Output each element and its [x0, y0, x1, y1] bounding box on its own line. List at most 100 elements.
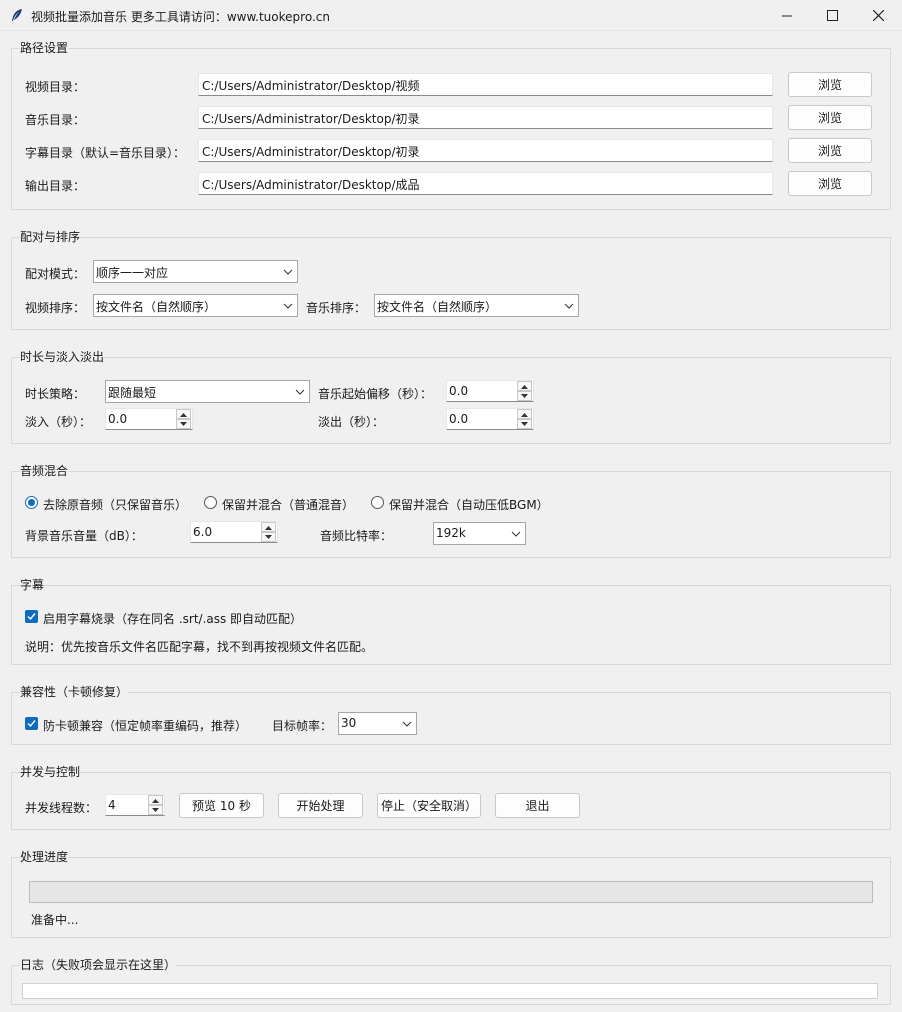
- pairing-mode-select[interactable]: 顺序一一对应: [93, 260, 298, 283]
- fade-in-value: 0.0: [108, 412, 128, 426]
- chevron-down-icon: [283, 269, 293, 275]
- duration-strategy-select[interactable]: 跟随最短: [105, 380, 310, 403]
- log-textarea[interactable]: [22, 983, 878, 999]
- spin-down-button[interactable]: [517, 419, 532, 429]
- chevron-up-icon: [521, 384, 528, 389]
- chevron-down-icon: [152, 807, 159, 812]
- subtitle-dir-input[interactable]: C:/Users/Administrator/Desktop/初录: [198, 139, 773, 162]
- music-dir-browse-button[interactable]: 浏览: [788, 105, 872, 130]
- window-title: 视频批量添加音乐 更多工具请访问：www.tuokepro.cn: [31, 10, 330, 24]
- pairing-group-title: 配对与排序: [20, 228, 81, 245]
- subtitle-dir-label: 字幕目录（默认=音乐目录）：: [25, 146, 186, 160]
- fade-out-label: 淡出（秒）：: [318, 415, 385, 429]
- bgm-volume-label: 背景音乐音量（dB）：: [25, 529, 143, 543]
- chevron-down-icon: [511, 531, 521, 537]
- maximize-icon: [826, 10, 838, 21]
- subtitle-burn-checkbox[interactable]: [25, 610, 38, 623]
- bgm-volume-value: 6.0: [193, 525, 213, 539]
- duration-strategy-value: 跟随最短: [108, 386, 157, 400]
- output-dir-input[interactable]: C:/Users/Administrator/Desktop/成品: [198, 172, 773, 195]
- checkmark-icon: [27, 613, 36, 621]
- remove-original-audio-label[interactable]: 去除原音频（只保留音乐）: [43, 496, 187, 513]
- spin-down-button[interactable]: [261, 532, 276, 542]
- subtitle-group-title: 字幕: [20, 576, 45, 593]
- threads-spinbox[interactable]: 4: [105, 794, 165, 816]
- anti-stutter-checkbox[interactable]: [25, 717, 38, 730]
- remove-original-audio-radio[interactable]: [25, 496, 38, 509]
- spin-up-button[interactable]: [517, 381, 532, 391]
- video-dir-browse-button[interactable]: 浏览: [788, 72, 872, 97]
- checkmark-icon: [27, 720, 36, 728]
- fade-out-value: 0.0: [449, 412, 469, 426]
- chevron-up-icon: [265, 525, 272, 530]
- preview-button[interactable]: 预览 10 秒: [179, 793, 264, 818]
- spin-up-button[interactable]: [261, 522, 276, 532]
- keep-mix-ducking-radio[interactable]: [371, 496, 384, 509]
- subtitle-dir-browse-button[interactable]: 浏览: [788, 138, 872, 163]
- spin-up-button[interactable]: [148, 795, 163, 805]
- bitrate-label: 音频比特率：: [320, 529, 393, 543]
- subtitle-burn-label[interactable]: 启用字幕烧录（存在同名 .srt/.ass 即自动匹配）: [43, 610, 302, 627]
- music-sort-value: 按文件名（自然顺序）: [377, 300, 498, 314]
- spin-down-button[interactable]: [517, 391, 532, 401]
- pairing-mode-label: 配对模式：: [25, 267, 86, 281]
- target-fps-select[interactable]: 30: [338, 712, 417, 735]
- close-button[interactable]: [855, 0, 901, 31]
- bgm-volume-spinbox[interactable]: 6.0: [190, 521, 278, 543]
- threads-label: 并发线程数：: [25, 801, 98, 815]
- fade-in-spinbox[interactable]: 0.0: [105, 408, 193, 430]
- chevron-down-icon: [402, 721, 412, 727]
- target-fps-label: 目标帧率：: [272, 719, 333, 733]
- chevron-up-icon: [180, 412, 187, 417]
- duration-strategy-label: 时长策略：: [25, 387, 86, 401]
- stop-button[interactable]: 停止（安全取消）: [377, 793, 481, 818]
- log-group-title: 日志（失败项会显示在这里）: [20, 956, 177, 973]
- music-sort-label: 音乐排序：: [306, 301, 367, 315]
- chevron-down-icon: [283, 303, 293, 309]
- fade-out-spinbox[interactable]: 0.0: [446, 408, 534, 430]
- control-group-title: 并发与控制: [20, 763, 81, 780]
- exit-button[interactable]: 退出: [495, 793, 580, 818]
- feather-icon: [12, 9, 22, 21]
- spin-down-button[interactable]: [148, 805, 163, 815]
- spin-down-button[interactable]: [176, 419, 191, 429]
- video-dir-label: 视频目录：: [25, 80, 86, 94]
- music-sort-select[interactable]: 按文件名（自然顺序）: [374, 294, 579, 317]
- video-sort-label: 视频排序：: [25, 301, 86, 315]
- progress-status: 准备中...: [31, 913, 79, 927]
- subtitle-note: 说明：优先按音乐文件名匹配字幕，找不到再按视频文件名匹配。: [25, 640, 374, 654]
- anti-stutter-label[interactable]: 防卡顿兼容（恒定帧率重编码，推荐）: [43, 717, 247, 734]
- progress-bar: [29, 881, 873, 903]
- keep-mix-ducking-label[interactable]: 保留并混合（自动压低BGM）: [389, 496, 549, 513]
- spin-up-button[interactable]: [176, 409, 191, 419]
- duration-group-title: 时长与淡入淡出: [20, 348, 105, 365]
- music-offset-value: 0.0: [449, 384, 469, 398]
- chevron-up-icon: [152, 798, 159, 803]
- keep-mix-normal-label[interactable]: 保留并混合（普通混音）: [222, 496, 354, 513]
- title-bar: 视频批量添加音乐 更多工具请访问：www.tuokepro.cn: [0, 0, 902, 31]
- audio-group-title: 音频混合: [20, 462, 69, 479]
- pairing-mode-value: 顺序一一对应: [96, 266, 169, 280]
- minimize-button[interactable]: [764, 0, 810, 31]
- music-offset-spinbox[interactable]: 0.0: [446, 380, 534, 402]
- music-dir-label: 音乐目录：: [25, 113, 86, 127]
- bitrate-value: 192k: [436, 526, 466, 540]
- threads-value: 4: [108, 798, 116, 812]
- chevron-up-icon: [521, 412, 528, 417]
- close-icon: [872, 10, 884, 21]
- video-sort-select[interactable]: 按文件名（自然顺序）: [93, 294, 298, 317]
- chevron-down-icon: [295, 389, 305, 395]
- maximize-button[interactable]: [809, 0, 855, 31]
- output-dir-label: 输出目录：: [25, 179, 86, 193]
- fade-in-label: 淡入（秒）：: [25, 415, 92, 429]
- keep-mix-normal-radio[interactable]: [204, 496, 217, 509]
- spin-up-button[interactable]: [517, 409, 532, 419]
- video-sort-value: 按文件名（自然顺序）: [96, 300, 217, 314]
- progress-group-title: 处理进度: [20, 848, 69, 865]
- start-button[interactable]: 开始处理: [278, 793, 363, 818]
- output-dir-browse-button[interactable]: 浏览: [788, 171, 872, 196]
- video-dir-input[interactable]: C:/Users/Administrator/Desktop/视频: [198, 73, 773, 96]
- bitrate-select[interactable]: 192k: [433, 522, 526, 545]
- music-dir-input[interactable]: C:/Users/Administrator/Desktop/初录: [198, 106, 773, 129]
- music-offset-label: 音乐起始偏移（秒）：: [318, 387, 433, 401]
